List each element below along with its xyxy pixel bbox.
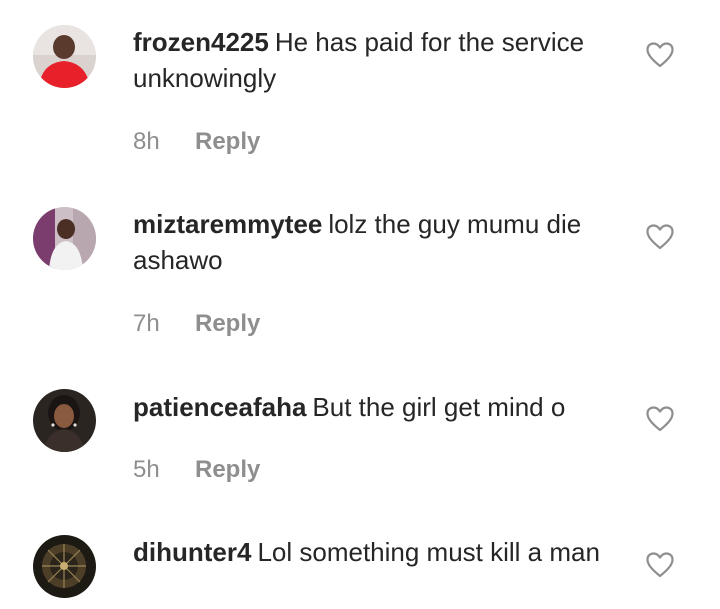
comment-meta: 5h Reply	[133, 455, 260, 485]
avatar[interactable]	[33, 389, 96, 452]
like-heart-icon[interactable]	[646, 42, 674, 68]
comment-body: But the girl get mind o	[312, 392, 566, 422]
avatar[interactable]	[33, 25, 96, 88]
comment-text-block: patienceafaha But the girl get mind o	[133, 389, 623, 425]
avatar[interactable]	[33, 207, 96, 270]
comment-timestamp: 8h	[133, 128, 160, 155]
avatar[interactable]	[33, 535, 96, 598]
comment-username[interactable]: patienceafaha	[133, 392, 306, 422]
reply-button[interactable]: Reply	[195, 456, 260, 483]
like-heart-icon[interactable]	[646, 552, 674, 578]
reply-button[interactable]: Reply	[195, 310, 260, 337]
comment-timestamp: 7h	[133, 310, 160, 337]
comment-username[interactable]: miztaremmytee	[133, 209, 322, 239]
like-heart-icon[interactable]	[646, 406, 674, 432]
comment-username[interactable]: frozen4225	[133, 27, 269, 57]
comment-text-block: frozen4225 He has paid for the service un…	[133, 24, 623, 96]
comment-body: Lol something must kill a man	[257, 537, 600, 567]
comment-text-block: miztaremmytee lolz the guy mumu die ashaw…	[133, 206, 623, 278]
like-heart-icon[interactable]	[646, 224, 674, 250]
reply-button[interactable]: Reply	[195, 128, 260, 155]
comment-meta: 7h Reply	[133, 309, 260, 339]
comment-text-block: dihunter4 Lol something must kill a man	[133, 534, 623, 570]
comment-timestamp: 5h	[133, 456, 160, 483]
comment-meta: 8h Reply	[133, 127, 260, 157]
comment-username[interactable]: dihunter4	[133, 537, 251, 567]
